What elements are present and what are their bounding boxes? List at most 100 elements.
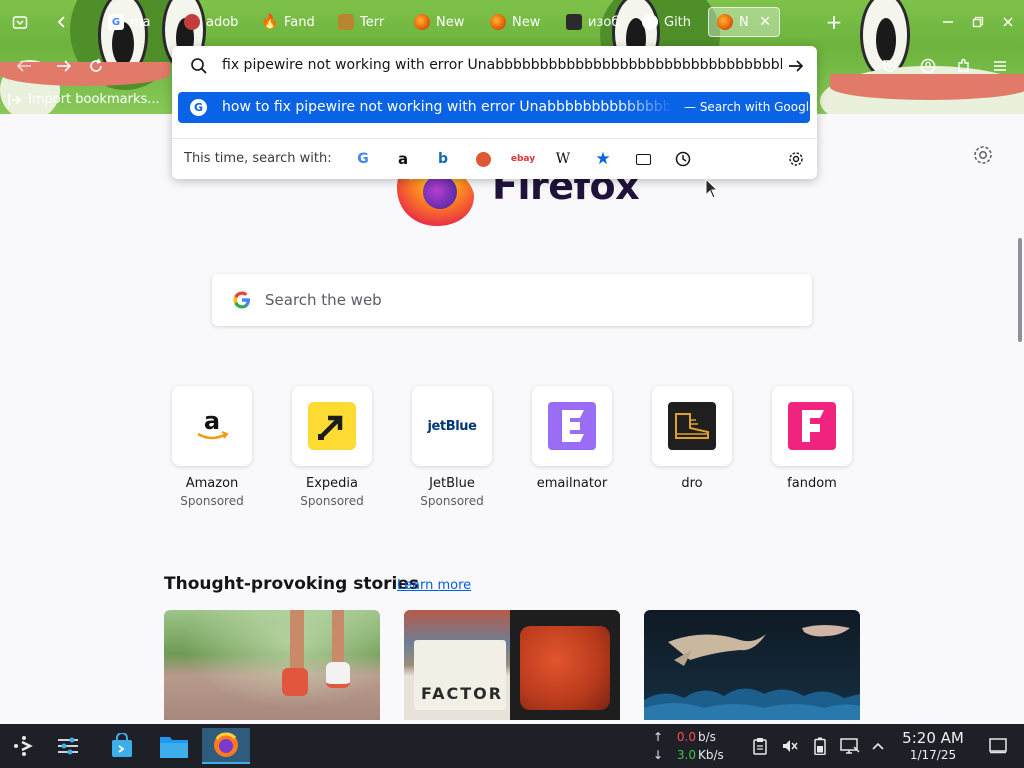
kde-launcher-icon [14,736,33,756]
shortcut-card[interactable] [292,386,372,466]
shortcut-card[interactable] [532,386,612,466]
forward-button[interactable] [50,52,78,80]
import-bookmarks-button[interactable]: Import bookmarks... [8,92,160,107]
chevron-left-icon [57,16,65,28]
reload-button[interactable] [82,52,110,80]
tab-2[interactable]: 🔥 Fand [254,7,324,37]
pocket-button[interactable] [876,52,904,80]
plus-icon: + [825,10,843,34]
shortcut-card[interactable] [772,386,852,466]
shortcut-jetblue[interactable]: jetBlue JetBlue Sponsored [412,386,492,508]
bing-icon[interactable]: b [432,148,454,170]
wikipedia-icon[interactable]: W [552,148,574,170]
tab-4[interactable]: New [406,7,476,37]
firefox-taskbar-button[interactable] [202,728,250,764]
shortcut-fandom[interactable]: fandom [772,386,852,491]
story-card-factor[interactable]: FACTOR [404,610,620,720]
store-bag-icon [112,733,132,757]
minimize-button[interactable] [934,8,962,36]
search-icon [191,58,207,74]
stories-learn-more-link[interactable]: Learn more [397,578,471,593]
ebay-icon[interactable]: ebay [511,148,535,170]
extensions-button[interactable] [950,52,978,80]
app-launcher-button[interactable] [4,728,44,764]
restore-button[interactable] [964,8,992,36]
github-icon [642,14,658,30]
tab-label: Fand [284,14,315,30]
taskbar: ↑ 0.0 b/s ↓ 3.0 Kb/s 5:20 AM 1/17/25 [0,724,1024,768]
story-image-text: FACTOR [420,684,504,703]
tabs-icon[interactable] [632,148,654,170]
bookmarks-star-icon[interactable]: ★ [592,148,614,170]
tab-7[interactable]: Gith [634,7,704,37]
story-image-leg [290,610,304,670]
tab-1[interactable]: adob [176,7,246,37]
shortcut-sponsored-label: Sponsored [300,494,364,508]
urlbar[interactable]: fix pipewire not working with error Unab… [172,46,817,86]
web-search-box[interactable]: Search the web [212,274,812,326]
tab-label: adob [206,14,239,30]
close-tab-icon[interactable]: ✕ [759,14,771,30]
scroll-tabs-left-button[interactable] [48,8,76,36]
upload-arrow-icon: ↑ [652,730,664,744]
one-off-label: This time, search with: [184,151,332,166]
search-settings-gear-icon[interactable] [785,148,807,170]
story-card-birds[interactable] [644,610,860,720]
tab-0[interactable]: G ma [100,7,166,37]
volume-muted-tray-icon[interactable] [780,736,800,756]
search-suggestion-row[interactable]: G how to fix pipewire not working with e… [178,92,816,123]
story-image [644,625,860,720]
tab-label: N [739,14,749,30]
shortcut-card[interactable]: a [172,386,252,466]
digital-clock[interactable]: 5:20 AM 1/17/25 [896,730,970,763]
shortcut-card[interactable] [652,386,732,466]
import-icon [8,93,21,106]
go-arrow-icon[interactable] [786,56,806,76]
tab-label: Terr [360,14,385,30]
puzzle-icon [958,58,969,72]
amazon-icon[interactable]: a [392,148,414,170]
tab-active[interactable]: N ✕ [708,7,780,37]
urlbar-input[interactable]: fix pipewire not working with error Unab… [222,56,782,76]
show-desktop-button[interactable] [988,736,1008,756]
amazon-icon: a [197,409,229,440]
shortcut-expedia[interactable]: Expedia Sponsored [292,386,372,508]
shortcut-emailnator[interactable]: emailnator [532,386,612,491]
shortcut-amazon[interactable]: a Amazon Sponsored [172,386,252,508]
story-image-shoe [326,662,350,688]
personalize-gear-icon[interactable] [972,144,994,166]
close-window-button[interactable] [994,8,1022,36]
show-hidden-icons-button[interactable] [868,736,888,756]
suggestion-text: how to fix pipewire not working with err… [222,99,670,115]
account-button[interactable] [914,52,942,80]
story-card-walking[interactable] [164,610,380,720]
pocket-icon [883,60,897,72]
new-tab-button[interactable]: + [820,8,848,36]
tab-6[interactable]: изоб [558,7,628,37]
tab-5[interactable]: New [482,7,552,37]
google-icon: G [190,99,207,116]
back-button[interactable] [10,52,38,80]
shortcut-card[interactable]: jetBlue [412,386,492,466]
duckduckgo-icon[interactable] [472,148,494,170]
clipboard-tray-icon[interactable] [750,736,770,756]
tab-3[interactable]: Terr [330,7,400,37]
file-manager-taskbar-button[interactable] [154,728,194,764]
battery-tray-icon[interactable] [810,736,830,756]
system-settings-taskbar-button[interactable] [48,728,88,764]
tab-overview-button[interactable] [6,8,34,36]
shortcut-dro[interactable]: dro [652,386,732,491]
close-icon [1003,17,1013,27]
import-bookmarks-label: Import bookmarks... [28,92,160,107]
history-icon[interactable] [672,148,694,170]
google-icon[interactable]: G [352,148,374,170]
clock-date: 1/17/25 [909,748,957,762]
minimize-icon [943,21,953,23]
app-menu-button[interactable] [986,52,1014,80]
story-image-food [520,626,610,710]
account-icon [920,58,936,74]
network-wired-tray-icon[interactable] [840,736,860,756]
page-scrollbar[interactable] [1018,238,1022,342]
adobe-icon [184,14,200,30]
discover-taskbar-button[interactable] [102,728,142,764]
